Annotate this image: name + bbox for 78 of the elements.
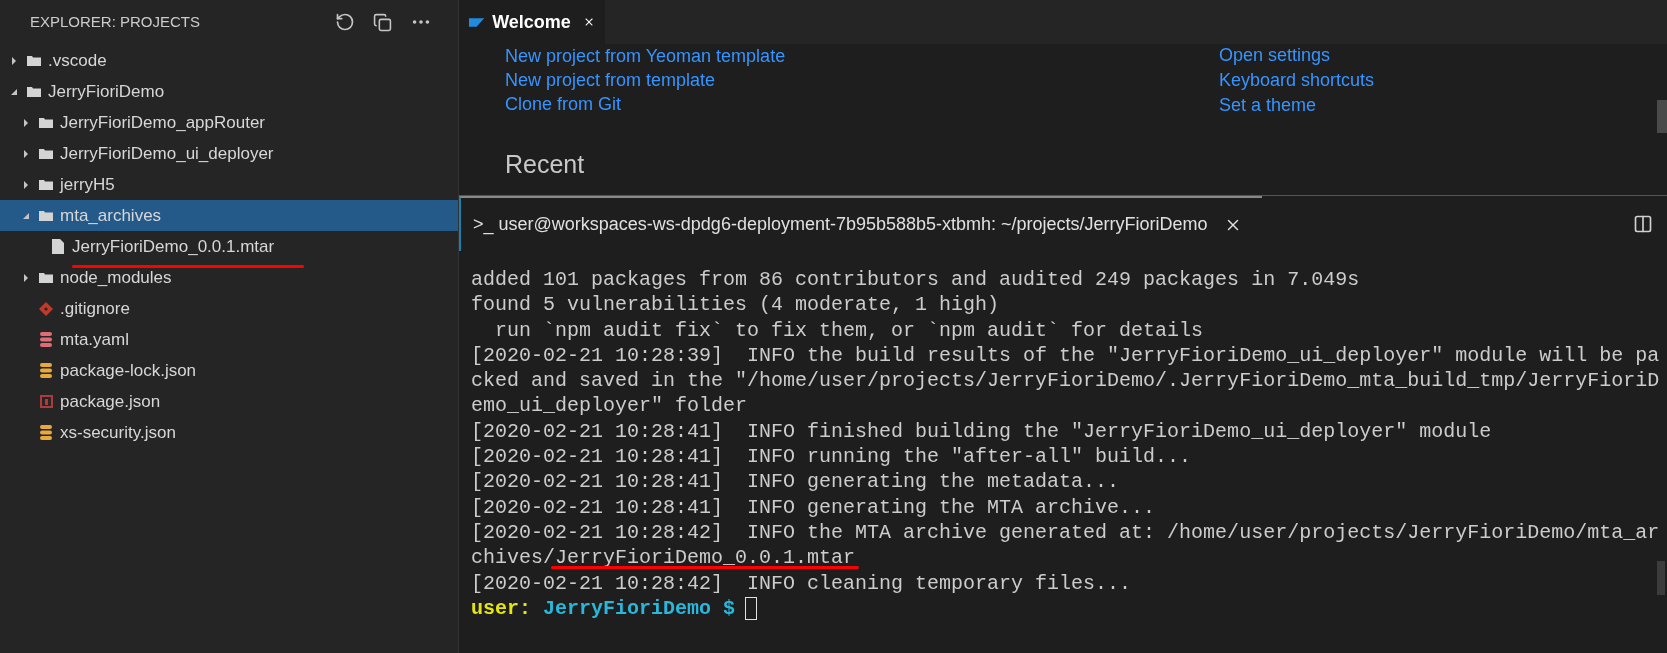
square-icon xyxy=(39,395,53,408)
cursor xyxy=(745,597,758,620)
diamond-icon xyxy=(39,301,53,316)
tree-item[interactable]: JerryFioriDemo_appRouter xyxy=(0,107,458,138)
start-link[interactable]: Clone from Git xyxy=(505,92,622,116)
terminal-line: [2020-02-21 10:28:42] INFO cleaning temporary files... xyxy=(471,570,1132,596)
editor-tab[interactable]: Welcome xyxy=(459,0,605,44)
stack-icon xyxy=(40,332,52,347)
file-name: jerryH5 xyxy=(60,173,115,196)
tree-item[interactable]: xs-security.json xyxy=(0,417,458,448)
tree-item[interactable]: JerryFioriDemo xyxy=(0,76,458,107)
terminal-line: chives/JerryFioriDemo_0.0.1.mtar xyxy=(471,545,856,571)
start-link[interactable]: New project from Yeoman template xyxy=(505,44,786,68)
terminal-line: [2020-02-21 10:28:41] INFO finished building the "JerryFioriDemo_ui_deployer" module xyxy=(471,418,1492,445)
split-icon[interactable] xyxy=(1633,213,1653,234)
terminal-line: cked and saved in the "/home/user/projects/JerryFioriDemo/.JerryFioriDemo_mta_build_tmp/JerryFioriD xyxy=(471,368,1660,394)
terminal-line: added 101 packages from 86 contributors and audited 249 packages in 7.049s xyxy=(471,267,1360,293)
file-name: JerryFioriDemo_appRouter xyxy=(60,111,266,134)
start-link[interactable]: New project from template xyxy=(505,68,716,92)
file-icon xyxy=(52,239,64,254)
terminal-line: [2020-02-21 10:28:41] INFO generating the MTA archive... xyxy=(471,494,1156,520)
prompt-user: user: xyxy=(471,595,531,622)
stack-icon xyxy=(40,425,52,440)
tree-item[interactable]: .vscode xyxy=(0,45,458,76)
file-name: mta_archives xyxy=(60,204,162,227)
folder-icon xyxy=(27,86,41,97)
terminal-line: [2020-02-21 10:28:41] INFO running the "after-all" build... xyxy=(471,444,1192,470)
panel-title: EXPLORER: PROJECTS xyxy=(30,11,202,32)
file-name: .vscode xyxy=(48,49,107,72)
caret-icon[interactable] xyxy=(10,56,18,65)
caret-icon[interactable] xyxy=(22,273,30,282)
terminal-line: found 5 vulnerabilities (4 moderate, 1 high) xyxy=(471,292,1000,318)
caret-icon[interactable] xyxy=(22,211,30,220)
file-name: xs-security.json xyxy=(60,421,176,444)
file-name: .gitignore xyxy=(60,297,130,320)
file-name: package-lock.json xyxy=(60,359,197,382)
tree-item[interactable]: mta_archives xyxy=(0,200,458,231)
refresh-icon[interactable] xyxy=(335,12,355,32)
terminal-line: [2020-02-21 10:28:39] INFO the build results of the "JerryFioriDemo_ui_deployer" module will be pa xyxy=(471,342,1660,369)
caret-icon[interactable] xyxy=(10,87,18,96)
folder-icon xyxy=(39,179,53,190)
help-link[interactable]: Set a theme xyxy=(1219,93,1317,118)
caret-icon[interactable] xyxy=(22,118,30,127)
file-name: package.json xyxy=(60,390,161,413)
section-heading: Recent xyxy=(505,149,585,180)
tree-item[interactable]: package.json xyxy=(0,386,458,417)
collapse-icon[interactable] xyxy=(373,12,392,32)
folder-icon xyxy=(39,117,53,128)
caret-icon[interactable] xyxy=(22,180,30,189)
terminal-line: emo_ui_deployer" folder xyxy=(471,393,748,419)
tree-item[interactable]: package-lock.json xyxy=(0,355,458,386)
file-name: JerryFioriDemo_0.0.1.mtar xyxy=(72,233,275,260)
tree-item[interactable]: mta.yaml xyxy=(0,324,458,355)
folder-icon xyxy=(39,272,53,283)
tree-item[interactable]: jerryH5 xyxy=(0,169,458,200)
stack-icon xyxy=(40,363,52,378)
folder-icon xyxy=(27,55,41,66)
prompt-path: JerryFioriDemo $ xyxy=(543,595,736,622)
scrollbar[interactable] xyxy=(1657,100,1667,133)
tree-item[interactable]: .gitignore xyxy=(0,293,458,324)
scrollbar[interactable] xyxy=(1657,561,1665,595)
tree-item[interactable]: node_modules xyxy=(0,262,458,293)
folder-icon xyxy=(39,148,53,159)
tree-item[interactable]: JerryFioriDemo_ui_deployer xyxy=(0,138,458,169)
terminal-line: [2020-02-21 10:28:41] INFO generating the metadata... xyxy=(471,469,1120,495)
terminal-tab[interactable]: >_ user@workspaces-ws-dpdg6-deployment-7b95b588b5-xtbmh: ~/projects/JerryFioriDemo xyxy=(459,196,1262,251)
terminal-line: [2020-02-21 10:28:42] INFO the MTA archive generated at: /home/user/projects/JerryFioriDemo/mta_ar xyxy=(471,519,1660,546)
file-name: mta.yaml xyxy=(60,328,129,351)
tree-item[interactable]: JerryFioriDemo_0.0.1.mtar xyxy=(0,231,458,262)
file-name: node_modules xyxy=(60,266,172,289)
folder-icon xyxy=(39,210,53,221)
file-name: JerryFioriDemo_ui_deployer xyxy=(60,142,274,165)
caret-icon[interactable] xyxy=(22,149,30,158)
file-name: JerryFioriDemo xyxy=(48,80,165,103)
logo-icon xyxy=(469,16,485,28)
help-link[interactable]: Keyboard shortcuts xyxy=(1219,68,1375,93)
terminal-line: run `npm audit fix` to fix them, or `npm audit` for details xyxy=(494,317,1204,343)
help-link[interactable]: Open settings xyxy=(1219,44,1331,68)
